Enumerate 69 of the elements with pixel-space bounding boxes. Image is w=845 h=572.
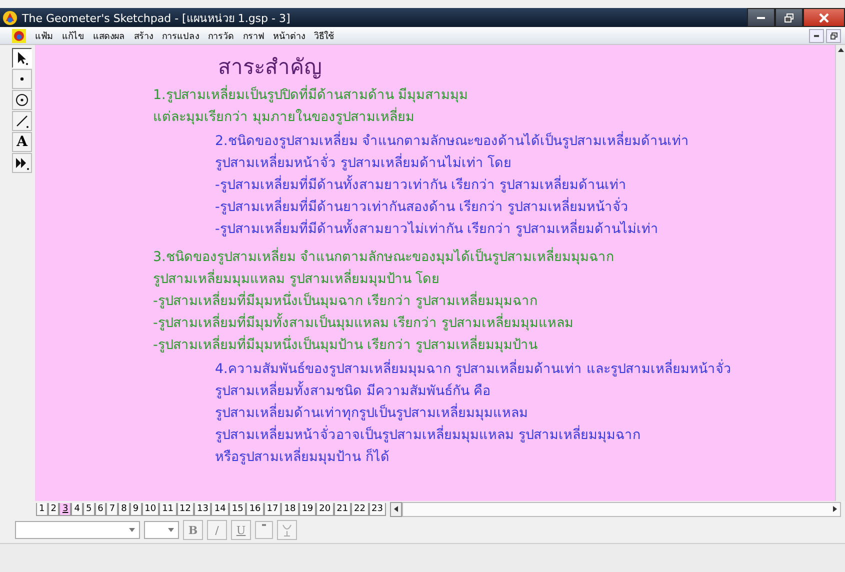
page-tab[interactable]: 8 bbox=[118, 502, 130, 516]
compass-icon bbox=[14, 92, 30, 108]
document-icon bbox=[12, 28, 26, 42]
paragraph: 4.ความสัมพันธ์ของรูปสามเหลี่ยมมุมฉาก รูปสามเหลี่ยมด้านเท่า และรูปสามเหลี่ยมหน้าจั่ว รูปสามเหลี่ยมทั้งสามชนิด มีความสัมพันธ์กัน คือ รูปสามเหลี่ยมด้านเท่าทุกรูปเป็นรูปสามเหลี่ยมมุมแหลม รูปสามเหลี่ยมหน้าจั่วอาจเป็นรูปสามเหลี่ยมมุมแหลม รูปสามเหลี่ยมมุมฉาก หรือรูปสามเหลี่ยมมุมป้าน ก็ได้ bbox=[215, 359, 835, 469]
page-tab[interactable]: 7 bbox=[106, 502, 118, 516]
restore-icon bbox=[784, 12, 794, 22]
page-tab[interactable]: 2 bbox=[48, 502, 60, 516]
minimize-icon bbox=[757, 16, 765, 18]
scroll-up-icon bbox=[836, 47, 844, 53]
page-tab[interactable]: 4 bbox=[71, 502, 83, 516]
page-tab[interactable]: 21 bbox=[334, 502, 352, 516]
page-tab[interactable]: 6 bbox=[94, 502, 106, 516]
dropdown-arrow-icon bbox=[167, 527, 175, 533]
vertical-scrollbar[interactable] bbox=[835, 45, 845, 501]
arrow-tool[interactable] bbox=[12, 48, 32, 68]
text-color-button[interactable] bbox=[255, 521, 273, 539]
restore-button[interactable] bbox=[775, 8, 803, 27]
heading: สาระสำคัญ bbox=[218, 54, 323, 81]
page-tab[interactable]: 10 bbox=[142, 502, 160, 516]
minimize-document-button[interactable] bbox=[809, 28, 824, 42]
page-tab[interactable]: 9 bbox=[130, 502, 142, 516]
page-tab[interactable]: 11 bbox=[159, 502, 177, 516]
text-tool[interactable]: A bbox=[12, 132, 32, 152]
page-tab[interactable]: 15 bbox=[228, 502, 246, 516]
horizontal-scrollbar[interactable] bbox=[402, 502, 841, 516]
menu-item[interactable]: การวัด bbox=[208, 28, 234, 42]
line-tool[interactable] bbox=[12, 111, 32, 131]
minimize-icon bbox=[814, 34, 819, 36]
page-tab[interactable]: 12 bbox=[176, 502, 194, 516]
app-logo-icon bbox=[2, 10, 18, 26]
page-tab[interactable]: 22 bbox=[351, 502, 368, 516]
page-tab[interactable]: 3 bbox=[59, 502, 72, 516]
window-title: The Geometer's Sketchpad - [แผนหน่วย 1.gsp - 3] bbox=[22, 10, 292, 26]
page-tab[interactable]: 19 bbox=[298, 502, 316, 516]
close-icon bbox=[819, 12, 829, 22]
dropdown-arrow-icon bbox=[128, 527, 136, 533]
page-tab[interactable]: 13 bbox=[194, 502, 212, 516]
menu-item[interactable]: แก้ไข bbox=[62, 28, 84, 42]
page-tab[interactable]: 17 bbox=[264, 502, 282, 516]
scroll-left-icon bbox=[392, 505, 399, 513]
menu-item[interactable]: สร้าง bbox=[134, 28, 153, 42]
restore-icon bbox=[830, 32, 838, 40]
custom-tool[interactable] bbox=[12, 153, 32, 173]
double-arrow-icon bbox=[14, 155, 30, 171]
page-tab[interactable]: 1 bbox=[36, 502, 48, 516]
compass-tool[interactable] bbox=[12, 90, 32, 110]
page-tab[interactable]: 20 bbox=[316, 502, 334, 516]
restore-document-button[interactable] bbox=[826, 28, 841, 42]
paragraph: 2.ชนิดของรูปสามเหลี่ยม จำแนกตามลักษณะของด้านได้เป็นรูปสามเหลี่ยมด้านเท่า รูปสามเหลี่ยมหน้าจั่ว รูปสามเหลี่ยมด้านไม่เท่า โดย -รูปสามเหลี่ยมที่มีด้านทั้งสามยาวเท่ากัน เรียกว่า รูปสามเหลี่ยมด้านเท่า -รูปสามเหลี่ยมที่มีด้านยาวเท่ากันสองด้าน เรียกว่า รูปสามเหลี่ยมหน้าจั่ว -รูปสามเหลี่ยมที่มีด้านทั้งสามยาวไม่เท่ากัน เรียกว่า รูปสามเหลี่ยมด้านไม่เท่า bbox=[215, 131, 835, 241]
color-swatch-icon bbox=[259, 524, 269, 528]
symbol-icon bbox=[281, 523, 293, 537]
scroll-right-icon bbox=[832, 505, 838, 513]
paragraph: 1.รูปสามเหลี่ยมเป็นรูปปิดที่มีด้านสามด้าน มีมุมสามมุม แต่ละมุมเรียกว่า มุมภายในของรูปสามเหลี่ยม bbox=[153, 85, 835, 129]
page-tab[interactable]: 5 bbox=[82, 502, 95, 516]
close-button[interactable] bbox=[803, 8, 845, 27]
page-tab[interactable]: 18 bbox=[281, 502, 299, 516]
menu-item[interactable]: วิธีใช้ bbox=[314, 28, 334, 42]
page-tab[interactable]: 14 bbox=[211, 502, 229, 516]
menu-item[interactable]: หน้าต่าง bbox=[273, 28, 305, 42]
page-tab[interactable]: 23 bbox=[368, 502, 386, 516]
page-tab[interactable]: 16 bbox=[246, 502, 264, 516]
menu-item[interactable]: การแปลง bbox=[162, 28, 199, 42]
line-icon bbox=[14, 113, 30, 129]
menu-item[interactable]: แฟ้ม bbox=[35, 28, 53, 42]
menu-item[interactable]: แสดงผล bbox=[93, 28, 125, 42]
menu-item[interactable]: กราฟ bbox=[243, 28, 264, 42]
tab-scroll-button[interactable] bbox=[390, 502, 402, 516]
minimize-button[interactable] bbox=[747, 8, 775, 27]
paragraph: 3.ชนิดของรูปสามเหลี่ยม จำแนกตามลักษณะของมุมได้เป็นรูปสามเหลี่ยมมุมฉาก รูปสามเหลี่ยมมุมแหลม รูปสามเหลี่ยมมุมป้าน โดย -รูปสามเหลี่ยมที่มีมุมหนึ่งเป็นมุมฉาก เรียกว่า รูปสามเหลี่ยมมุมฉาก -รูปสามเหลี่ยมที่มีมุมทั้งสามเป็นมุมแหลม เรียกว่า รูปสามเหลี่ยมมุมแหลม -รูปสามเหลี่ยมที่มีมุมหนึ่งเป็นมุมป้าน เรียกว่า รูปสามเหลี่ยมมุมป้าน bbox=[153, 247, 835, 357]
